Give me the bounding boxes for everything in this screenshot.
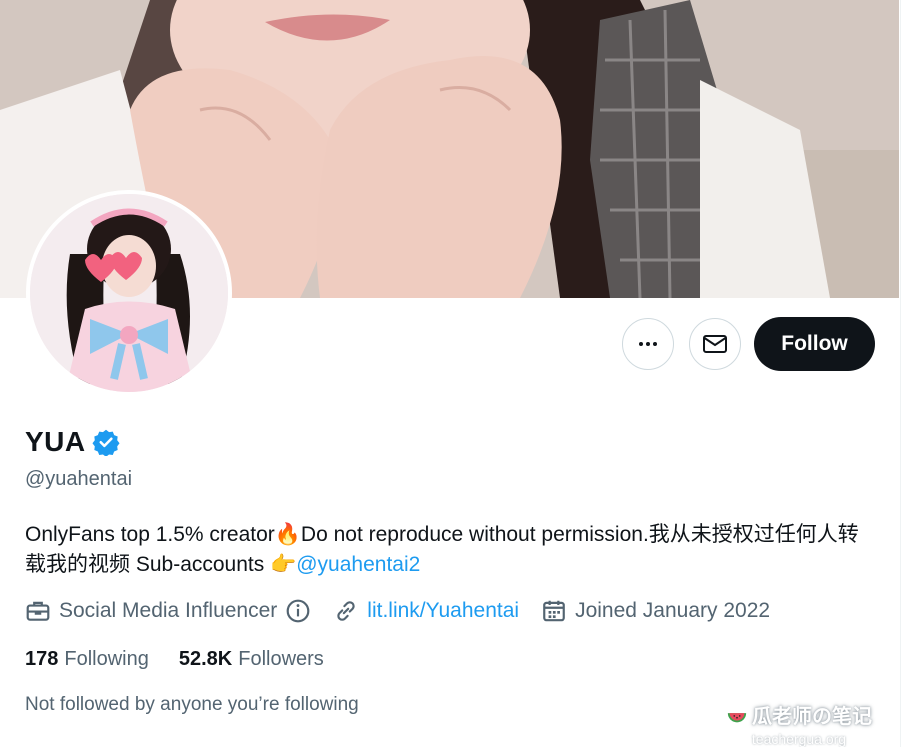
name-row: YUA (25, 426, 120, 458)
watermark-subtitle: teachergua.org (751, 731, 847, 747)
avatar-image (30, 194, 228, 392)
watermelon-icon (727, 712, 747, 722)
joined-item: Joined January 2022 (541, 598, 770, 624)
verified-badge-icon[interactable] (92, 428, 120, 456)
follow-button[interactable]: Follow (754, 317, 875, 371)
followers-stat[interactable]: 52.8K Followers (179, 648, 324, 671)
follow-stats: 178 Following 52.8K Followers (25, 648, 324, 671)
bio: OnlyFans top 1.5% creator🔥Do not reprodu… (25, 520, 875, 580)
calendar-icon (543, 600, 565, 622)
avatar[interactable] (26, 190, 232, 396)
briefcase-icon (26, 601, 50, 621)
message-button[interactable] (689, 318, 741, 370)
display-name: YUA (25, 426, 86, 457)
user-handle: @yuahentai (25, 468, 133, 490)
bio-text: OnlyFans top 1.5% creator🔥Do not reprodu… (25, 523, 859, 576)
watermark-title: 瓜老师の笔记 (752, 706, 872, 728)
envelope-icon (703, 335, 727, 353)
watermark: 瓜老师の笔记 teachergua.org (714, 700, 884, 747)
bio-mention-link[interactable]: @yuahentai2 (296, 553, 420, 576)
category-item: Social Media Influencer (25, 598, 311, 624)
link-icon (337, 601, 355, 621)
followers-label: Followers (238, 648, 324, 670)
website-link[interactable]: lit.link/Yuahentai (367, 599, 519, 623)
profile-meta: Social Media Influencer lit.link/Yuahent… (25, 598, 792, 624)
following-stat[interactable]: 178 Following (25, 648, 149, 671)
following-label: Following (64, 648, 149, 670)
more-icon (639, 342, 657, 346)
joined-date: Joined January 2022 (575, 599, 771, 622)
watermark-title-row: 瓜老师の笔记 (714, 700, 884, 729)
category-label: Social Media Influencer (59, 599, 278, 622)
not-followed-notice: Not followed by anyone you’re following (25, 694, 359, 715)
info-icon[interactable] (285, 598, 311, 624)
following-count: 178 (25, 648, 59, 670)
followers-count: 52.8K (178, 648, 233, 670)
more-options-button[interactable] (622, 318, 674, 370)
website-item: lit.link/Yuahentai (333, 598, 519, 624)
